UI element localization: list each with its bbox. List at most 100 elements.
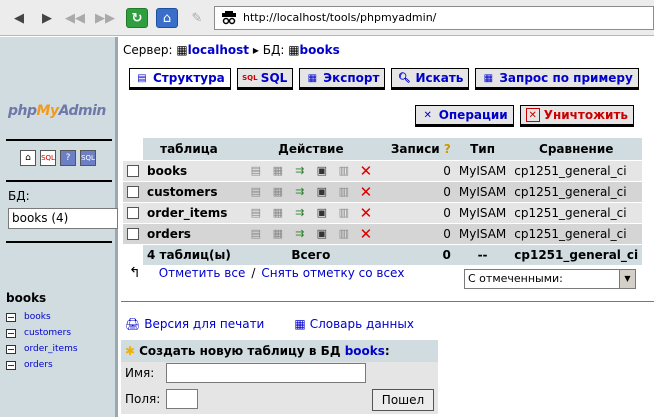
sql-docs-icon[interactable]: SQL <box>80 150 96 166</box>
left-frame: phpMyAdmin ⌂ SQL ? SQL БД: books (4) boo… <box>0 37 118 417</box>
chevron-down-icon: ▼ <box>619 270 635 288</box>
list-item[interactable]: customers <box>6 325 78 341</box>
properties-icon[interactable]: ▣ <box>314 163 330 179</box>
query-icon: ▦ <box>483 72 494 84</box>
list-item[interactable]: order_items <box>6 341 78 357</box>
table-footer-row: 4 таблиц(ы) Всего 0 -- cp1251_general_ci <box>123 243 643 265</box>
table-icon <box>6 344 16 354</box>
sql-icon[interactable]: SQL <box>40 150 56 166</box>
check-all-link[interactable]: Отметить все <box>159 266 246 280</box>
table-name[interactable]: customers <box>143 180 235 202</box>
tab-export[interactable]: ▦ Экспорт <box>299 68 386 90</box>
insert-icon[interactable]: ⇉ <box>292 163 308 179</box>
tab-search[interactable]: 🔍︎ Искать <box>391 68 470 90</box>
drop-icon: ✕ <box>525 108 540 122</box>
insert-icon[interactable]: ⇉ <box>292 205 308 221</box>
tab-sql[interactable]: SQL SQL <box>236 68 294 90</box>
insert-icon[interactable]: ⇉ <box>292 226 308 242</box>
skip-back-icon[interactable]: ◀◀ <box>64 8 86 28</box>
empty-icon[interactable]: ▥ <box>336 205 352 221</box>
skip-forward-icon[interactable]: ▶▶ <box>94 8 116 28</box>
create-table-header: ✱ Создать новую таблицу в БД books: <box>121 340 438 362</box>
tab-structure[interactable]: ▤ Структура <box>129 68 231 90</box>
select-icon[interactable]: ▦ <box>270 226 286 242</box>
corner-arrow-icon: ↰ <box>129 265 141 281</box>
tab-query[interactable]: ▦ Запрос по примеру <box>475 68 639 90</box>
print-view-link[interactable]: 🖨︎ Версия для печати <box>125 317 264 331</box>
drop-icon[interactable]: ✕ <box>358 183 374 201</box>
db-title[interactable]: books <box>6 291 46 305</box>
tab-drop[interactable]: ✕ Уничтожить <box>519 105 634 127</box>
table-row: orders ▤ ▦ ⇉ ▣ ▥ ✕ 0 MyISAM cp1251_gener… <box>123 222 643 244</box>
collation-value: cp1251_general_ci <box>510 180 643 202</box>
empty-icon[interactable]: ▥ <box>336 226 352 242</box>
server-link[interactable]: localhost <box>188 43 249 57</box>
browse-icon[interactable]: ▤ <box>248 226 264 242</box>
table-name[interactable]: books <box>143 159 235 181</box>
row-checkbox[interactable] <box>127 228 139 240</box>
reload-icon[interactable]: ↻ <box>126 8 148 28</box>
home-icon[interactable]: ⌂ <box>156 8 178 28</box>
table-icon <box>6 328 16 338</box>
divider <box>6 180 112 182</box>
drop-icon[interactable]: ✕ <box>358 204 374 222</box>
browse-icon[interactable]: ▤ <box>248 163 264 179</box>
table-name[interactable]: order_items <box>143 201 235 223</box>
properties-icon[interactable]: ▣ <box>314 184 330 200</box>
create-db-link[interactable]: books <box>345 344 385 358</box>
db-link[interactable]: books <box>300 43 340 57</box>
data-dictionary-link[interactable]: ▦ Словарь данных <box>294 317 414 331</box>
phpmyadmin-logo[interactable]: phpMyAdmin <box>8 103 106 119</box>
table-name-input[interactable] <box>166 363 366 383</box>
browse-icon[interactable]: ▤ <box>248 205 264 221</box>
tab-operations[interactable]: ✕ Операции <box>414 105 514 127</box>
properties-icon[interactable]: ▣ <box>314 226 330 242</box>
db-select[interactable]: books (4) <box>8 208 118 229</box>
docs-icon[interactable]: ? <box>60 150 76 166</box>
total-records: 0 <box>386 243 455 265</box>
pen-icon[interactable]: ✎ <box>186 8 208 28</box>
table-row: order_items ▤ ▦ ⇉ ▣ ▥ ✕ 0 MyISAM cp1251_… <box>123 201 643 223</box>
select-icon[interactable]: ▦ <box>270 184 286 200</box>
browser-toolbar: ◀ ▶ ◀◀ ▶▶ ↻ ⌂ ✎ http://localhost/tools/p… <box>0 0 654 36</box>
forward-icon[interactable]: ▶ <box>36 8 58 28</box>
fields-row: Поля: <box>125 389 198 409</box>
drop-icon[interactable]: ✕ <box>358 162 374 180</box>
main-tabs: ▤ Структура SQL SQL ▦ Экспорт 🔍︎ Искать ▦ Зап… <box>129 68 639 90</box>
browse-icon[interactable]: ▤ <box>248 184 264 200</box>
type-value: MyISAM <box>454 180 511 202</box>
column-header-type: Тип <box>454 138 511 160</box>
fields-count-input[interactable] <box>166 389 198 409</box>
collation-value: cp1251_general_ci <box>510 201 643 223</box>
properties-icon[interactable]: ▣ <box>314 205 330 221</box>
uncheck-all-link[interactable]: Снять отметку со всех <box>261 266 404 280</box>
go-button[interactable]: Пошел <box>372 389 434 411</box>
with-selected-dropdown[interactable]: С отмеченными: ▼ <box>464 269 636 289</box>
home-icon[interactable]: ⌂ <box>20 150 36 166</box>
address-bar[interactable]: http://localhost/tools/phpmyadmin/ <box>214 6 654 30</box>
empty-icon[interactable]: ▥ <box>336 163 352 179</box>
search-icon: 🔍︎ <box>398 72 411 84</box>
select-icon[interactable]: ▦ <box>270 205 286 221</box>
help-icon[interactable]: ? <box>440 142 451 156</box>
extra-links: 🖨︎ Версия для печати ▦ Словарь данных <box>125 317 414 331</box>
insert-icon[interactable]: ⇉ <box>292 184 308 200</box>
table-row: customers ▤ ▦ ⇉ ▣ ▥ ✕ 0 MyISAM cp1251_ge… <box>123 180 643 202</box>
db-label: БД: <box>8 189 30 203</box>
row-checkbox[interactable] <box>127 207 139 219</box>
select-icon[interactable]: ▦ <box>270 163 286 179</box>
main-frame: Сервер: ▦localhost ▸ БД: ▦books ▤ Структу… <box>121 37 654 417</box>
printer-icon: 🖨︎ <box>125 317 141 331</box>
list-item[interactable]: orders <box>6 357 78 373</box>
list-item[interactable]: books <box>6 309 78 325</box>
empty-icon[interactable]: ▥ <box>336 184 352 200</box>
type-value: MyISAM <box>454 222 511 244</box>
column-header-records: Записи ? <box>386 138 455 160</box>
row-checkbox[interactable] <box>127 186 139 198</box>
row-checkbox[interactable] <box>127 165 139 177</box>
table-name[interactable]: orders <box>143 222 235 244</box>
name-row: Имя: <box>125 363 366 383</box>
total-type: -- <box>454 243 511 265</box>
drop-icon[interactable]: ✕ <box>358 225 374 243</box>
back-icon[interactable]: ◀ <box>8 8 30 28</box>
